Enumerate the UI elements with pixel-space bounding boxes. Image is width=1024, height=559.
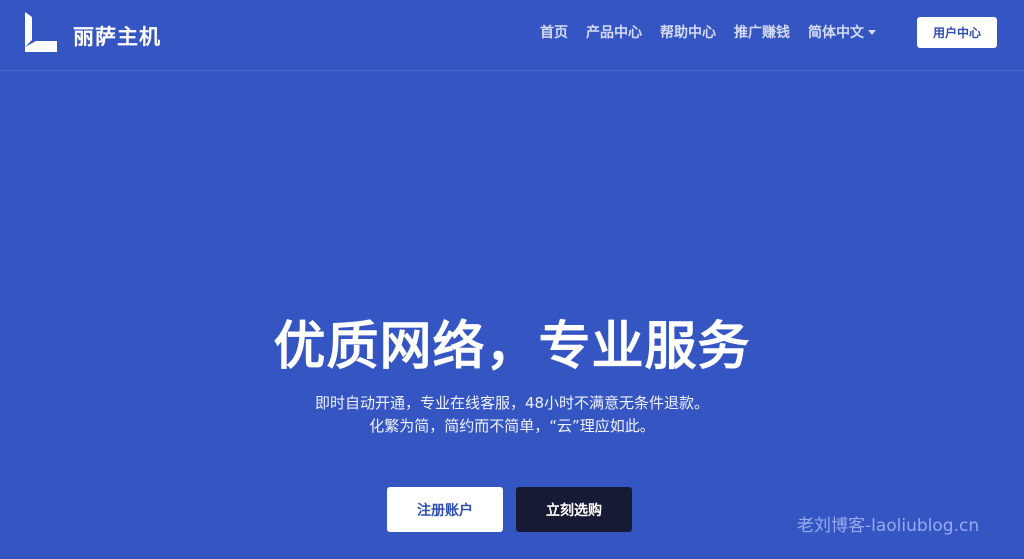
language-selector[interactable]: 简体中文 [808, 22, 876, 42]
hero-title: 优质网络，专业服务 [273, 317, 751, 377]
brand-logo-icon[interactable] [22, 10, 60, 52]
brand-name[interactable]: 丽萨主机 [73, 23, 161, 51]
user-center-button[interactable]: 用户中心 [917, 17, 997, 48]
register-button[interactable]: 注册账户 [387, 487, 503, 532]
buy-now-button[interactable]: 立刻选购 [516, 487, 632, 532]
nav-item-help[interactable]: 帮助中心 [660, 22, 716, 42]
watermark-text: 老刘博客-laoliublog.cn [797, 516, 980, 536]
main-nav: 首页 产品中心 帮助中心 推广赚钱 简体中文 [540, 22, 894, 42]
language-label: 简体中文 [808, 25, 864, 41]
nav-item-products[interactable]: 产品中心 [586, 22, 642, 42]
nav-item-affiliate[interactable]: 推广赚钱 [734, 22, 790, 42]
hero-subtitle-line1: 即时自动开通，专业在线客服，48小时不满意无条件退款。 [314, 394, 710, 412]
nav-item-home[interactable]: 首页 [540, 22, 568, 42]
top-navigation-bar: 丽萨主机 首页 产品中心 帮助中心 推广赚钱 简体中文 用户中心 [0, 0, 1024, 71]
caret-down-icon [868, 29, 876, 35]
hero-subtitle-line2: 化繁为简，简约而不简单，“云”理应如此。 [369, 417, 655, 435]
